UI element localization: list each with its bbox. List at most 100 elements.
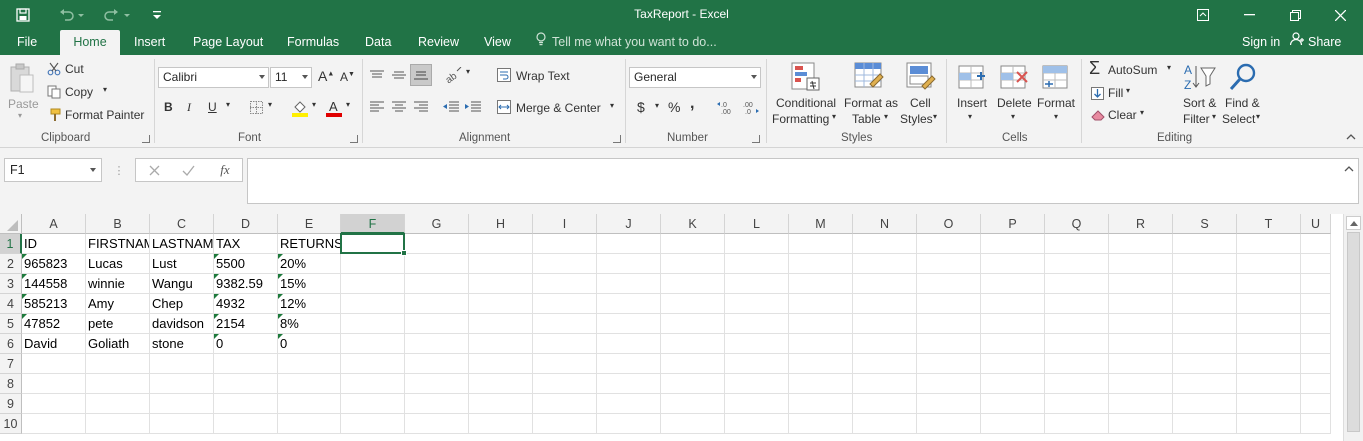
cell-j2[interactable] [597, 254, 661, 274]
cell-r1[interactable] [1109, 234, 1173, 254]
cell-d7[interactable] [214, 354, 278, 374]
format-painter-icon[interactable] [46, 107, 62, 123]
font-launcher-icon[interactable] [350, 135, 358, 143]
decrease-decimal-icon[interactable]: .00.0 [740, 99, 760, 115]
cell-u2[interactable] [1301, 254, 1331, 274]
fill-button[interactable]: Fill [1108, 86, 1123, 100]
cell-o4[interactable] [917, 294, 981, 314]
format-as-table-label-1[interactable]: Format as [844, 96, 898, 110]
cell-j9[interactable] [597, 394, 661, 414]
cell-d5[interactable]: 2154 [214, 314, 278, 334]
cell-t5[interactable] [1237, 314, 1301, 334]
cell-p2[interactable] [981, 254, 1045, 274]
cell-k6[interactable] [661, 334, 725, 354]
cell-i1[interactable] [533, 234, 597, 254]
fill-dropdown-icon[interactable]: ▾ [1126, 86, 1130, 95]
format-cells-button[interactable]: Format [1037, 96, 1075, 110]
tab-file[interactable]: File [9, 30, 45, 55]
cell-s5[interactable] [1173, 314, 1237, 334]
sort-filter-label-2[interactable]: Filter [1183, 112, 1210, 126]
cell-f9[interactable] [341, 394, 405, 414]
cell-r6[interactable] [1109, 334, 1173, 354]
row-header-6[interactable]: 6 [0, 334, 22, 354]
cell-o9[interactable] [917, 394, 981, 414]
cell-r5[interactable] [1109, 314, 1173, 334]
cell-q7[interactable] [1045, 354, 1109, 374]
orientation-dropdown-icon[interactable]: ▾ [466, 67, 470, 76]
align-bottom-icon[interactable] [410, 64, 432, 86]
tab-review[interactable]: Review [410, 30, 467, 55]
insert-cells-button[interactable]: Insert [957, 96, 987, 110]
formula-input[interactable] [247, 158, 1359, 204]
cell-e3[interactable]: 15% [278, 274, 341, 294]
cell-o3[interactable] [917, 274, 981, 294]
wrap-text-button[interactable]: Wrap Text [516, 69, 570, 83]
conditional-formatting-label-1[interactable]: Conditional [776, 96, 836, 110]
cell-u5[interactable] [1301, 314, 1331, 334]
cell-styles-dropdown-icon[interactable]: ▾ [933, 112, 937, 121]
cell-f8[interactable] [341, 374, 405, 394]
cell-i8[interactable] [533, 374, 597, 394]
tab-data[interactable]: Data [357, 30, 399, 55]
orientation-icon[interactable]: ab [443, 65, 465, 85]
insert-function-icon[interactable]: fx [216, 162, 234, 178]
cell-a10[interactable] [22, 414, 86, 434]
column-header-r[interactable]: R [1109, 214, 1173, 234]
row-header-3[interactable]: 3 [0, 274, 22, 294]
cell-n6[interactable] [853, 334, 917, 354]
cell-h3[interactable] [469, 274, 533, 294]
cell-g8[interactable] [405, 374, 469, 394]
merge-center-icon[interactable] [496, 99, 512, 115]
align-left-icon[interactable] [368, 99, 386, 115]
ribbon-display-options-icon[interactable] [1180, 0, 1226, 30]
cell-q6[interactable] [1045, 334, 1109, 354]
conditional-formatting-icon[interactable] [790, 61, 822, 93]
cell-e1[interactable]: RETURNS [278, 234, 341, 254]
cell-b10[interactable] [86, 414, 150, 434]
cell-n2[interactable] [853, 254, 917, 274]
cell-j5[interactable] [597, 314, 661, 334]
cell-o6[interactable] [917, 334, 981, 354]
underline-dropdown-icon[interactable]: ▾ [226, 100, 230, 109]
number-format-dropdown-icon[interactable] [751, 75, 757, 79]
column-header-h[interactable]: H [469, 214, 533, 234]
cell-b8[interactable] [86, 374, 150, 394]
cell-g5[interactable] [405, 314, 469, 334]
cell-i6[interactable] [533, 334, 597, 354]
cell-s4[interactable] [1173, 294, 1237, 314]
column-header-q[interactable]: Q [1045, 214, 1109, 234]
cell-u3[interactable] [1301, 274, 1331, 294]
cell-n7[interactable] [853, 354, 917, 374]
cell-l2[interactable] [725, 254, 789, 274]
cell-s1[interactable] [1173, 234, 1237, 254]
cell-d6[interactable]: 0 [214, 334, 278, 354]
align-top-icon[interactable] [368, 67, 386, 83]
cell-c10[interactable] [150, 414, 214, 434]
clear-dropdown-icon[interactable]: ▾ [1140, 108, 1144, 117]
format-as-table-label-2[interactable]: Table [852, 112, 881, 126]
increase-decimal-icon[interactable]: .0.00 [716, 99, 736, 115]
merge-center-dropdown-icon[interactable]: ▾ [610, 101, 614, 110]
column-header-t[interactable]: T [1237, 214, 1301, 234]
row-header-9[interactable]: 9 [0, 394, 22, 414]
paste-dropdown-icon[interactable]: ▾ [18, 111, 22, 120]
column-header-a[interactable]: A [22, 214, 86, 234]
insert-cells-dropdown-icon[interactable]: ▾ [968, 112, 972, 121]
decrease-font-size-icon[interactable]: A▼ [340, 70, 355, 84]
align-center-icon[interactable] [390, 99, 408, 115]
column-header-b[interactable]: B [86, 214, 150, 234]
cell-b9[interactable] [86, 394, 150, 414]
column-header-u[interactable]: U [1301, 214, 1331, 234]
cell-e6[interactable]: 0 [278, 334, 341, 354]
align-right-icon[interactable] [412, 99, 430, 115]
number-launcher-icon[interactable] [752, 135, 760, 143]
cell-n8[interactable] [853, 374, 917, 394]
cell-o7[interactable] [917, 354, 981, 374]
format-as-table-icon[interactable] [853, 61, 885, 93]
column-header-e[interactable]: E [278, 214, 341, 234]
cell-c3[interactable]: Wangu [150, 274, 214, 294]
cell-d8[interactable] [214, 374, 278, 394]
increase-indent-icon[interactable] [464, 99, 482, 115]
cell-a2[interactable]: 965823 [22, 254, 86, 274]
cell-j6[interactable] [597, 334, 661, 354]
